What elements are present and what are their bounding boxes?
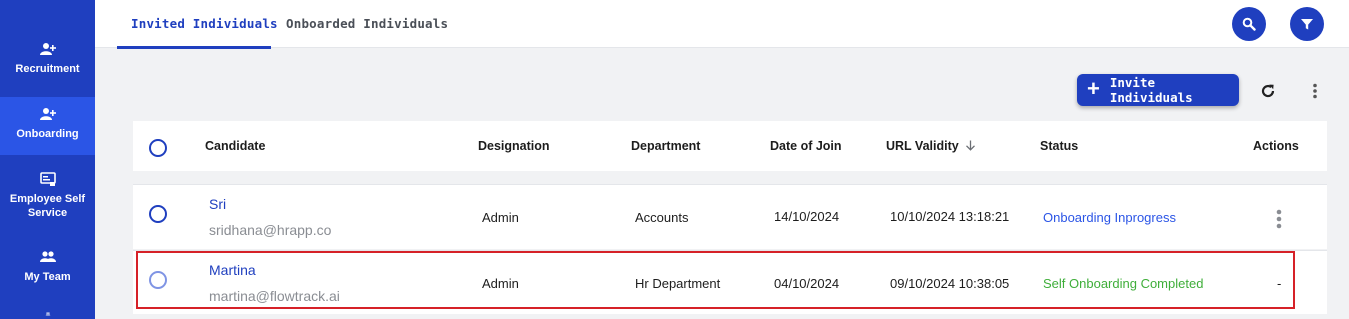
header-url-validity-label: URL Validity <box>886 139 959 153</box>
active-tab-indicator <box>117 46 271 49</box>
tab-invited-individuals[interactable]: Invited Individuals <box>131 16 278 31</box>
invite-individuals-label: Invite Individuals <box>1109 75 1193 105</box>
designation-cell: Admin <box>482 210 519 225</box>
tab-onboarded-individuals[interactable]: Onboarded Individuals <box>286 16 448 31</box>
department-cell: Accounts <box>635 210 689 225</box>
filter-button[interactable] <box>1290 7 1324 41</box>
sidebar-item-onboarding[interactable]: Onboarding <box>0 97 95 155</box>
team-icon <box>45 312 50 316</box>
sidebar-item-label: Onboarding <box>16 128 79 140</box>
row-actions-button[interactable] <box>1276 209 1284 231</box>
sidebar-item-recruitment[interactable]: Recruitment <box>0 42 95 92</box>
sidebar-item-label: Employee Self Service <box>9 193 86 219</box>
add-user-icon <box>39 43 56 55</box>
sidebar-item-more[interactable] <box>0 312 95 319</box>
refresh-icon <box>1261 84 1275 98</box>
url-validity-cell: 10/10/2024 13:18:21 <box>890 209 1010 224</box>
sidebar-item-label: Recruitment <box>15 63 80 75</box>
header-status[interactable]: Status <box>1040 139 1078 153</box>
header-candidate[interactable]: Candidate <box>205 139 265 153</box>
kebab-menu-icon <box>1276 209 1282 229</box>
table-header: Candidate Designation Department Date of… <box>133 121 1327 171</box>
top-bar: Invited Individuals Onboarded Individual… <box>95 0 1349 49</box>
select-all-radio[interactable] <box>149 139 167 157</box>
header-designation[interactable]: Designation <box>478 139 550 153</box>
date-of-join-cell: 14/10/2024 <box>774 209 840 224</box>
candidate-email: sridhana@hrapp.co <box>209 222 332 238</box>
search-button[interactable] <box>1232 7 1266 41</box>
header-date-of-join[interactable]: Date of Join <box>770 139 842 153</box>
add-user-icon <box>39 108 56 120</box>
filter-icon <box>1301 19 1313 30</box>
table-row[interactable]: Sri sridhana@hrapp.co Admin Accounts 14/… <box>133 184 1327 249</box>
id-card-icon <box>39 172 56 186</box>
sidebar-item-employee-self-service[interactable]: Employee Self Service <box>0 172 95 228</box>
more-options-button[interactable] <box>1307 80 1323 102</box>
search-icon <box>1242 17 1256 31</box>
sidebar-item-label: My Team <box>24 271 71 283</box>
candidate-name-link[interactable]: Sri <box>209 196 226 212</box>
invite-individuals-button[interactable]: + Invite Individuals <box>1077 74 1239 106</box>
row-select-radio[interactable] <box>149 205 167 223</box>
team-icon <box>39 251 56 262</box>
plus-icon: + <box>1087 76 1100 101</box>
header-department[interactable]: Department <box>631 139 700 153</box>
status-badge: Onboarding Inprogress <box>1043 210 1176 225</box>
sidebar-item-my-team[interactable]: My Team <box>0 250 95 290</box>
header-actions: Actions <box>1253 139 1299 153</box>
refresh-button[interactable] <box>1257 80 1279 102</box>
header-url-validity[interactable]: URL Validity <box>886 139 976 153</box>
sidebar: Recruitment Onboarding Employee Self Ser… <box>0 0 95 319</box>
sort-down-arrow-icon <box>966 140 976 151</box>
kebab-menu-icon <box>1313 83 1317 99</box>
selected-row-highlight <box>136 251 1295 309</box>
